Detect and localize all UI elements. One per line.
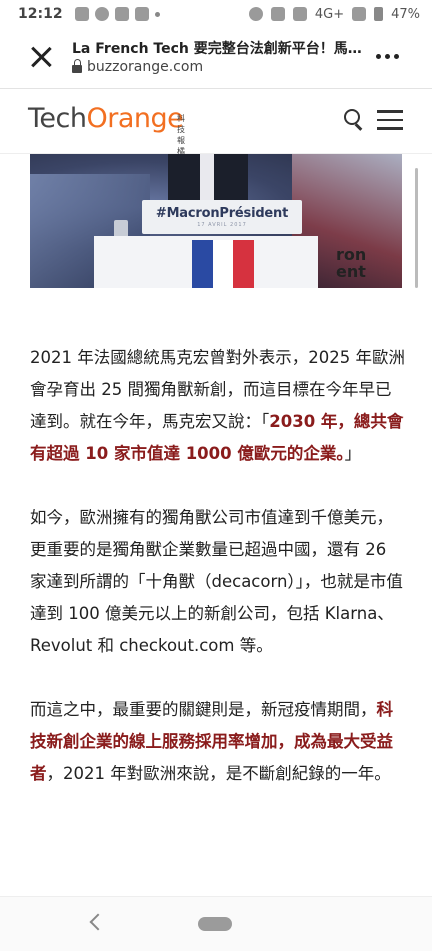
search-icon[interactable] — [344, 109, 364, 131]
more-notifications-dot-icon — [154, 11, 160, 17]
mute-icon — [292, 7, 307, 21]
podium-hashtag: #MacronPrésident — [155, 206, 289, 221]
alarm-icon — [248, 7, 263, 21]
chat-icon — [94, 7, 109, 21]
site-header: TechOrange 科技報橘 — [0, 89, 432, 156]
french-flag — [192, 240, 255, 288]
android-icon — [74, 7, 89, 21]
hamburger-menu-icon[interactable] — [377, 110, 403, 130]
url-bar[interactable]: buzzorange.com — [72, 59, 203, 75]
status-left: 12:12 — [0, 6, 160, 22]
battery-icon — [374, 7, 384, 21]
status-right: 4G+ 47% — [248, 6, 432, 22]
home-button[interactable] — [198, 917, 232, 931]
logo-subtitle: 科技報橘 — [177, 114, 186, 156]
more-options-icon[interactable] — [376, 54, 399, 59]
paragraph-text: 」 — [344, 444, 362, 463]
podium-sign: #MacronPrésident 17 AVRIL 2017 — [142, 200, 302, 234]
network-type: 4G+ — [314, 6, 345, 22]
page-scrollbar[interactable] — [415, 168, 418, 288]
paragraph-text: ，2021 年對歐洲來說，是不斷創紀錄的一年。 — [46, 764, 391, 783]
article-paragraph: 如今，歐洲擁有的獨角獸公司市值達到千億美元，更重要的是獨角獸企業數量已超過中國，… — [30, 502, 406, 662]
close-icon[interactable] — [26, 42, 56, 72]
crowd-sign: ron ent — [336, 246, 366, 280]
site-logo[interactable]: TechOrange 科技報橘 — [28, 103, 185, 156]
cast-icon — [270, 7, 285, 21]
status-time: 12:12 — [18, 6, 63, 22]
podium-date: 17 AVRIL 2017 — [197, 222, 247, 228]
signal-icon — [352, 7, 367, 21]
logo-orange-text: Orange — [86, 103, 184, 134]
paragraph-text: 如今，歐洲擁有的獨角獸公司市值達到千億美元，更重要的是獨角獸企業數量已超過中國，… — [30, 508, 403, 655]
logo-tech-text: Tech — [28, 103, 87, 134]
back-icon[interactable] — [88, 911, 102, 933]
url-text: buzzorange.com — [87, 59, 204, 75]
crowd-sign-line-2: ent — [336, 262, 366, 281]
browser-toolbar: La French Tech 要完整台法創新平台！馬… buzzorange.c… — [0, 28, 432, 89]
article-paragraph: 2021 年法國總統馬克宏曾對外表示，2025 年歐洲會孕育出 25 間獨角獸新… — [30, 342, 406, 470]
article-body: 2021 年法國總統馬克宏曾對外表示，2025 年歐洲會孕育出 25 間獨角獸新… — [30, 342, 406, 822]
page-title: La French Tech 要完整台法創新平台！馬… — [72, 41, 362, 57]
hero-image: #MacronPrésident 17 AVRIL 2017 ron ent — [30, 154, 402, 288]
notification-icon — [134, 7, 149, 21]
system-nav-bar — [0, 896, 432, 951]
status-bar: 12:12 4G+ 47% — [0, 0, 432, 28]
battery-level: 47% — [391, 6, 420, 22]
article-paragraph: 而這之中，最重要的關鍵則是，新冠疫情期間，科技新創企業的線上服務採用率增加，成為… — [30, 694, 406, 790]
lock-icon — [72, 59, 82, 73]
android-icon — [114, 7, 129, 21]
paragraph-text: 而這之中，最重要的關鍵則是，新冠疫情期間， — [30, 700, 377, 719]
